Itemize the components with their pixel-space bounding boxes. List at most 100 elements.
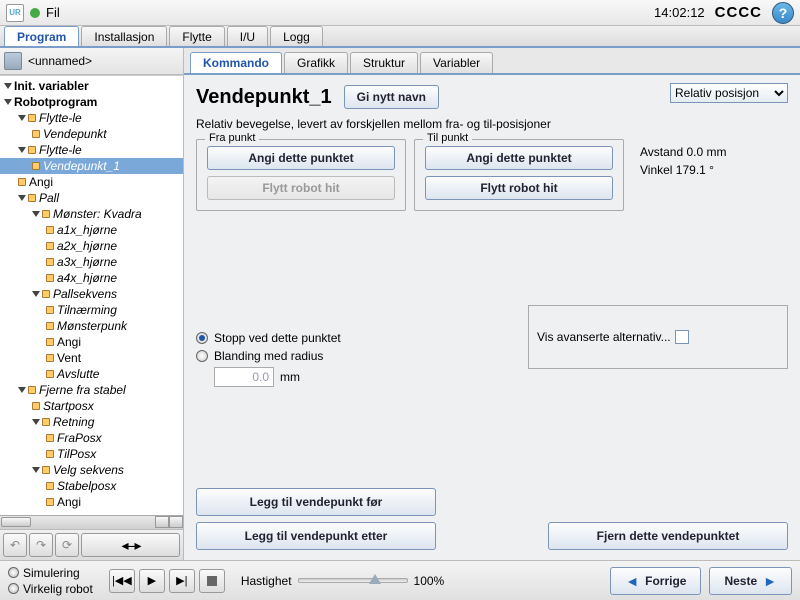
tree-node[interactable]: Mønster: Kvadra bbox=[0, 206, 183, 222]
skip-back-icon[interactable]: |◀◀ bbox=[109, 569, 135, 593]
tree-node[interactable]: a1x_hjørne bbox=[0, 222, 183, 238]
expand-icon[interactable] bbox=[18, 115, 26, 121]
speed-slider[interactable] bbox=[298, 578, 408, 583]
previous-button[interactable]: ◄Forrige bbox=[610, 567, 701, 595]
tree-node[interactable]: Vendepunkt_1 bbox=[0, 158, 183, 174]
tree-node-label: Init. variabler bbox=[14, 79, 89, 93]
tab-variables[interactable]: Variabler bbox=[420, 52, 493, 73]
tab-graphics[interactable]: Grafikk bbox=[284, 52, 348, 73]
disk-icon[interactable] bbox=[4, 52, 22, 70]
tree-h-scrollbar[interactable] bbox=[0, 515, 183, 529]
tab-program[interactable]: Program bbox=[4, 26, 79, 46]
scroll-left-icon[interactable] bbox=[155, 516, 169, 528]
file-menu[interactable]: Fil bbox=[46, 5, 60, 20]
tree-node[interactable]: Vent bbox=[0, 350, 183, 366]
remove-waypoint-button[interactable]: Fjern dette vendepunktet bbox=[548, 522, 788, 550]
advanced-label: Vis avanserte alternativ... bbox=[537, 330, 671, 344]
tree-node[interactable]: a4x_hjørne bbox=[0, 270, 183, 286]
expand-icon[interactable] bbox=[18, 195, 26, 201]
blend-radius-radio[interactable] bbox=[196, 350, 208, 362]
set-from-point-button[interactable]: Angi dette punktet bbox=[207, 146, 395, 170]
real-robot-radio[interactable] bbox=[8, 583, 19, 594]
blend-radius-input[interactable] bbox=[214, 367, 274, 387]
tree-node-label: FraPosx bbox=[57, 431, 102, 445]
tree-node[interactable]: Pallsekvens bbox=[0, 286, 183, 302]
playback-controls: |◀◀ ▶ ▶| bbox=[109, 569, 225, 593]
tree-node[interactable]: Angi bbox=[0, 494, 183, 510]
tree-node[interactable]: Vendepunkt bbox=[0, 126, 183, 142]
tree-node[interactable]: Fjerne fra stabel bbox=[0, 382, 183, 398]
simulation-radio[interactable] bbox=[8, 567, 19, 578]
tab-io[interactable]: I/U bbox=[227, 26, 268, 46]
tree-node[interactable]: a2x_hjørne bbox=[0, 238, 183, 254]
tree-node[interactable]: FraPosx bbox=[0, 430, 183, 446]
tree-node[interactable]: Mønsterpunk bbox=[0, 318, 183, 334]
tab-installation[interactable]: Installasjon bbox=[81, 26, 167, 46]
expand-icon[interactable] bbox=[32, 291, 40, 297]
expand-icon[interactable] bbox=[4, 83, 12, 89]
tree-node-label: a3x_hjørne bbox=[57, 255, 117, 269]
add-waypoint-after-button[interactable]: Legg til vendepunkt etter bbox=[196, 522, 436, 550]
tree-node[interactable]: a3x_hjørne bbox=[0, 254, 183, 270]
step-slider[interactable]: ◂---▸ bbox=[81, 533, 180, 557]
tab-structure[interactable]: Struktur bbox=[350, 52, 418, 73]
node-icon bbox=[32, 162, 40, 170]
skip-fwd-icon[interactable]: ▶| bbox=[169, 569, 195, 593]
program-tree[interactable]: Init. variablerRobotprogramFlytte-leVend… bbox=[0, 75, 183, 515]
tree-node[interactable]: Stabelposx bbox=[0, 478, 183, 494]
expand-icon[interactable] bbox=[18, 147, 26, 153]
tree-node[interactable]: Flytte-le bbox=[0, 142, 183, 158]
add-waypoint-before-button[interactable]: Legg til vendepunkt før bbox=[196, 488, 436, 516]
tree-node[interactable]: Avslutte bbox=[0, 366, 183, 382]
tab-move[interactable]: Flytte bbox=[169, 26, 224, 46]
position-type-select[interactable]: Relativ posisjon bbox=[670, 83, 788, 103]
expand-icon[interactable] bbox=[32, 211, 40, 217]
help-icon[interactable]: ? bbox=[772, 2, 794, 24]
tree-node[interactable]: Tilnærming bbox=[0, 302, 183, 318]
tree-node[interactable]: Angi bbox=[0, 174, 183, 190]
tree-node-label: Mønsterpunk bbox=[57, 319, 127, 333]
tree-node[interactable]: Init. variabler bbox=[0, 78, 183, 94]
tree-node[interactable]: Retning bbox=[0, 414, 183, 430]
speed-thumb-icon[interactable] bbox=[369, 574, 381, 584]
set-to-point-button[interactable]: Angi dette punktet bbox=[425, 146, 613, 170]
scroll-right-icon[interactable] bbox=[169, 516, 183, 528]
node-icon bbox=[46, 242, 54, 250]
tree-node[interactable]: Startposx bbox=[0, 398, 183, 414]
tree-node[interactable]: Velg sekvens bbox=[0, 462, 183, 478]
move-here-to-button[interactable]: Flytt robot hit bbox=[425, 176, 613, 200]
tab-log[interactable]: Logg bbox=[270, 26, 323, 46]
tree-node[interactable]: TilPosx bbox=[0, 446, 183, 462]
expand-icon[interactable] bbox=[4, 99, 12, 105]
stop-icon[interactable] bbox=[199, 569, 225, 593]
node-icon bbox=[42, 210, 50, 218]
expand-icon[interactable] bbox=[18, 387, 26, 393]
to-point-group: Til punkt Angi dette punktet Flytt robot… bbox=[414, 139, 624, 211]
rename-button[interactable]: Gi nytt navn bbox=[344, 85, 439, 109]
tree-node[interactable]: Flytte-le bbox=[0, 110, 183, 126]
tree-node-label: Avslutte bbox=[57, 367, 99, 381]
node-icon bbox=[46, 274, 54, 282]
tree-node[interactable]: Pall bbox=[0, 190, 183, 206]
expand-icon[interactable] bbox=[32, 467, 40, 473]
from-legend: Fra punkt bbox=[205, 132, 259, 144]
waypoint-title: Vendepunkt_1 bbox=[196, 86, 332, 109]
tab-command[interactable]: Kommando bbox=[190, 52, 282, 73]
tree-node[interactable]: Robotprogram bbox=[0, 94, 183, 110]
tree-node-label: TilPosx bbox=[57, 447, 96, 461]
advanced-checkbox[interactable] bbox=[675, 330, 689, 344]
scrollbar-thumb[interactable] bbox=[1, 517, 31, 527]
play-icon[interactable]: ▶ bbox=[139, 569, 165, 593]
refresh-button[interactable]: ⟳ bbox=[55, 533, 79, 557]
next-button[interactable]: Neste► bbox=[709, 567, 792, 595]
tree-node[interactable]: Angi bbox=[0, 334, 183, 350]
stop-at-point-radio[interactable] bbox=[196, 332, 208, 344]
node-icon bbox=[46, 434, 54, 442]
tree-node-label: Fjerne fra stabel bbox=[39, 383, 126, 397]
expand-icon[interactable] bbox=[32, 419, 40, 425]
undo-button[interactable]: ↶ bbox=[3, 533, 27, 557]
node-icon bbox=[28, 146, 36, 154]
redo-button[interactable]: ↷ bbox=[29, 533, 53, 557]
tree-node-label: Vendepunkt bbox=[43, 127, 107, 141]
ur-logo-icon: UR bbox=[6, 4, 24, 22]
